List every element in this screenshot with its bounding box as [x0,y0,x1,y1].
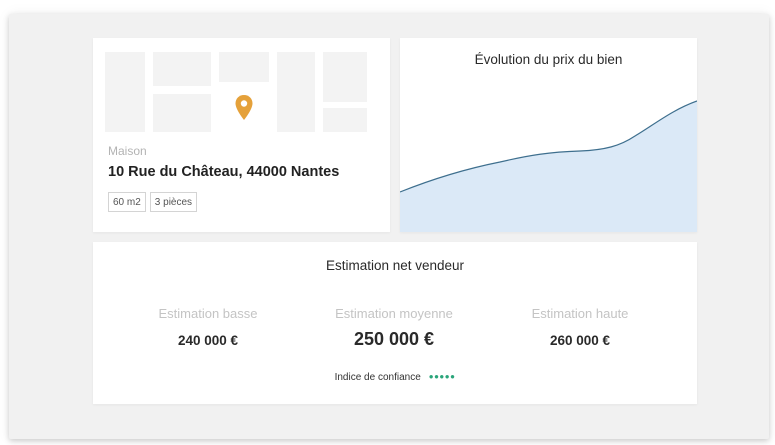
confidence-indicator: Indice de confiance ●●●●● [93,372,697,383]
price-evolution-card: Évolution du prix du bien [400,38,697,232]
estimation-low-label: Estimation basse [158,306,258,321]
estimation-mid: Estimation moyenne 250 000 € [304,306,484,350]
rooms-tag: 3 pièces [149,192,198,212]
price-area [400,101,697,232]
estimation-title: Estimation net vendeur [325,258,465,273]
property-address: 10 Rue du Château, 44000 Nantes [108,164,340,180]
estimation-high-value: 260 000 € [549,333,611,348]
property-type: Maison [108,144,147,158]
map-thumbnail [105,52,367,132]
location-pin-icon [235,95,253,120]
confidence-label: Indice de confiance [334,372,421,383]
property-tags: 60 m2 3 pièces [108,192,198,212]
estimation-mid-value: 250 000 € [353,329,435,349]
estimation-high-label: Estimation haute [531,306,629,321]
estimation-high: Estimation haute 260 000 € [490,306,670,348]
surface-tag: 60 m2 [108,192,146,212]
confidence-dots: ●●●●● [428,372,456,381]
estimation-card: Estimation net vendeur Estimation basse … [93,242,697,404]
estimation-low: Estimation basse 240 000 € [118,306,298,348]
property-card: Maison 10 Rue du Château, 44000 Nantes 6… [93,38,390,232]
estimation-mid-label: Estimation moyenne [335,306,453,321]
price-evolution-chart [400,100,697,232]
estimation-low-value: 240 000 € [177,333,239,348]
chart-title: Évolution du prix du bien [474,52,623,67]
